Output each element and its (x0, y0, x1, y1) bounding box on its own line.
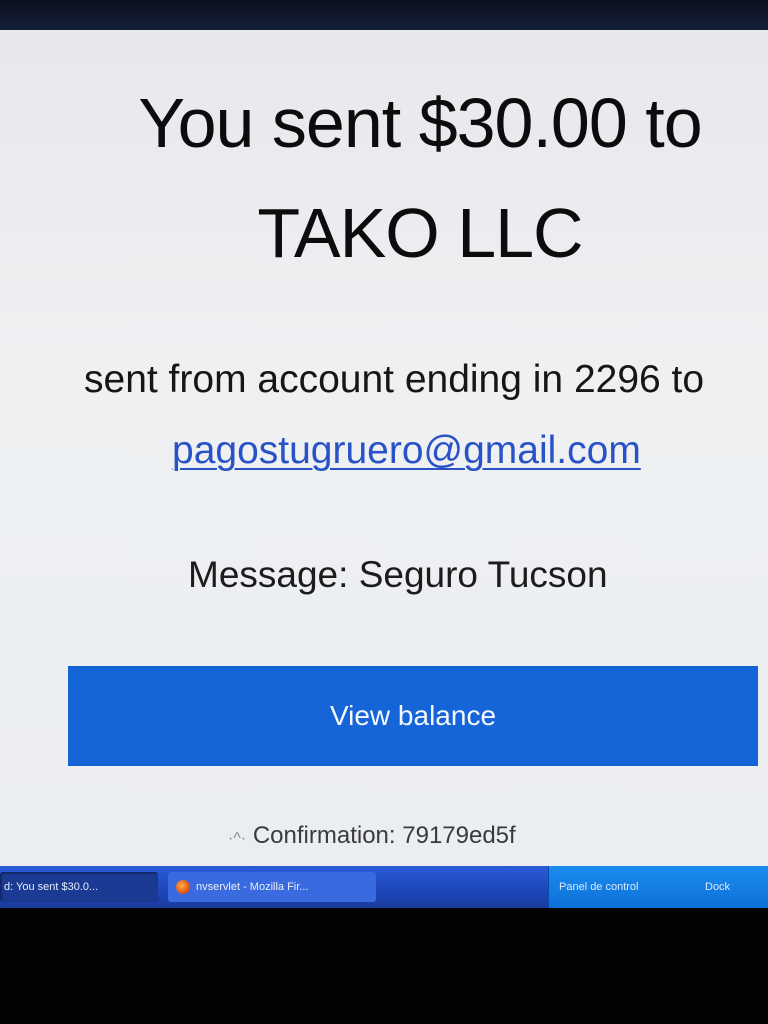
taskbar-item-payment-window[interactable]: d: You sent $30.0... (0, 872, 158, 902)
source-account-text: sent from account ending in 2296 to (84, 358, 705, 401)
monitor-bezel-top (0, 0, 768, 34)
tray-control-panel[interactable]: Panel de control (559, 866, 639, 908)
payment-headline: You sent $30.00 to TAKO LLC (100, 68, 740, 288)
tray-dock[interactable]: Dock (705, 866, 730, 908)
message-value: Seguro Tucson (358, 554, 608, 595)
view-balance-button[interactable]: View balance (68, 666, 758, 766)
confirmation-code: 79179ed5f (402, 822, 516, 849)
system-tray: Panel de control Dock (548, 866, 768, 908)
windows-taskbar: d: You sent $30.0... nvservlet - Mozilla… (0, 866, 768, 908)
taskbar-item-label: d: You sent $30.0... (4, 881, 99, 893)
confirmation-label: Confirmation: (252, 822, 396, 849)
headline-recipient-name: TAKO LLC (257, 194, 583, 272)
monitor-bezel-bottom (0, 908, 768, 1024)
taskbar-item-label: nvservlet - Mozilla Fir... (196, 881, 309, 893)
firefox-icon (176, 880, 190, 895)
payment-message: Message: Seguro Tucson (188, 550, 608, 600)
taskbar-item-firefox[interactable]: nvservlet - Mozilla Fir... (168, 872, 376, 902)
message-label: Message: (188, 554, 349, 595)
headline-amount-line: You sent $30.00 to (138, 84, 702, 162)
payment-confirmation-screen: You sent $30.00 to TAKO LLC sent from ac… (0, 30, 768, 870)
recipient-email-link[interactable]: pagostugruero@gmail.com (172, 426, 641, 476)
confirmation-line: ·^· Confirmation: 79179ed5f (228, 818, 516, 857)
bullet-icon: ·^· (228, 830, 247, 847)
